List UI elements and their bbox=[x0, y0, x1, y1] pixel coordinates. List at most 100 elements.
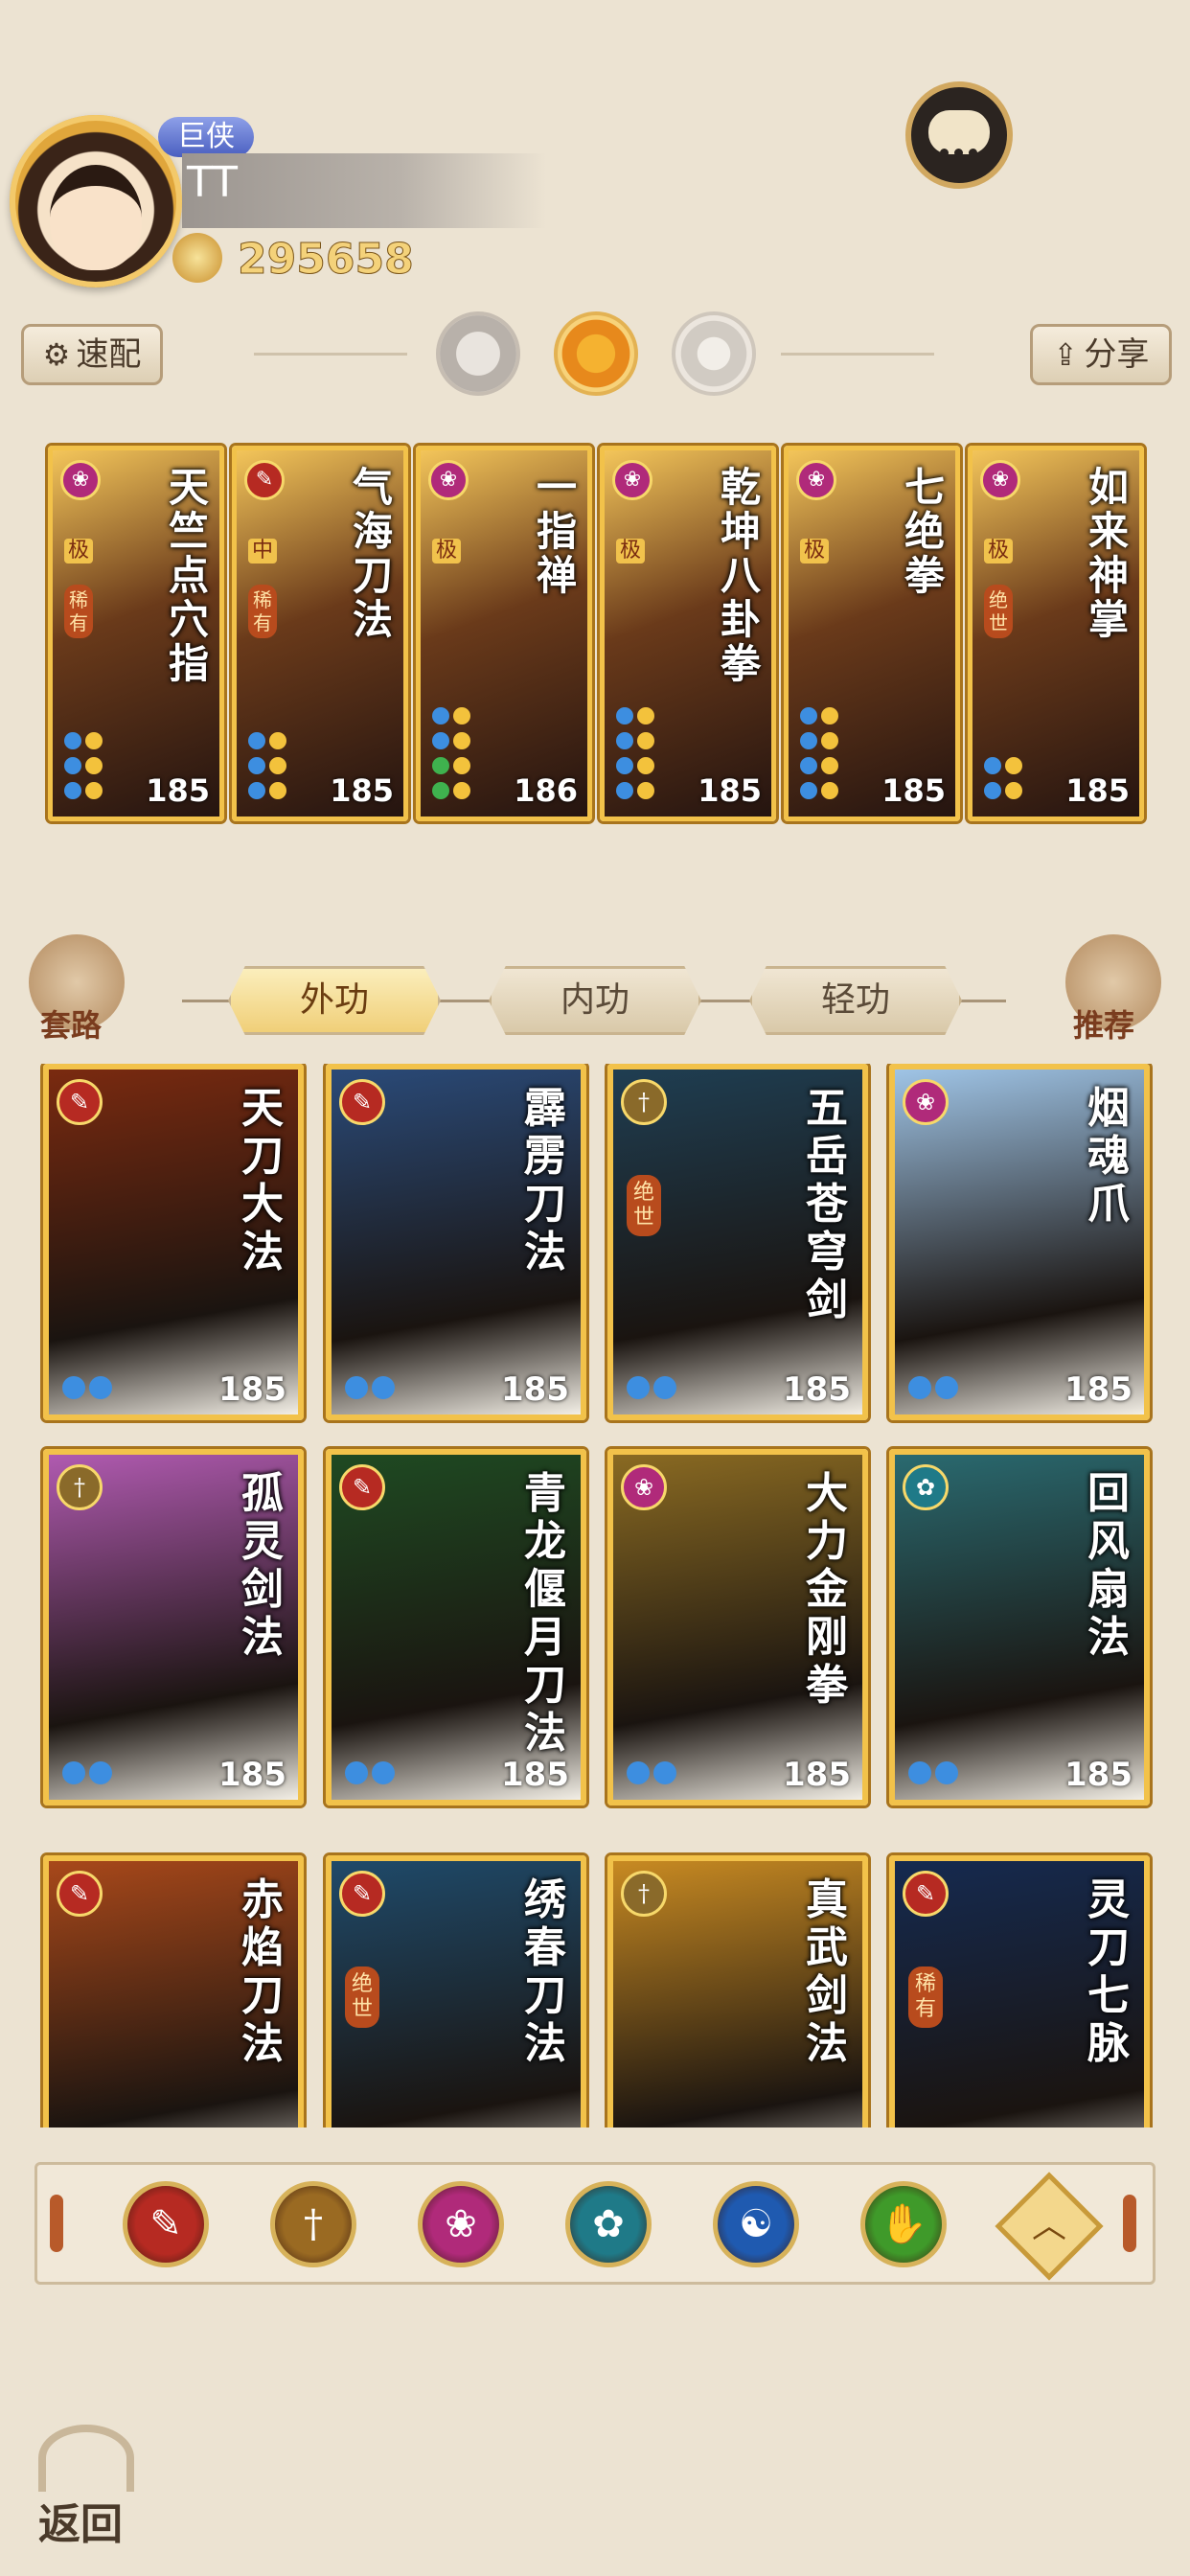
gem-icon bbox=[64, 732, 81, 749]
equipped-card[interactable]: ❀ 天竺点穴指 极稀有 185 bbox=[48, 446, 224, 821]
gem-slots bbox=[798, 705, 856, 805]
gem-icon bbox=[1005, 782, 1022, 799]
chat-button[interactable] bbox=[905, 81, 1013, 189]
skill-name: 乾坤八卦拳 bbox=[720, 464, 761, 687]
tab-internal[interactable]: 内功 bbox=[489, 966, 701, 1035]
skill-name: 天刀大法 bbox=[241, 1084, 284, 1276]
skill-card[interactable]: ✎ 青龙偃月刀法 185 bbox=[326, 1449, 586, 1806]
filter-fist-button[interactable]: ❀ bbox=[418, 2181, 504, 2267]
chat-icon bbox=[928, 110, 990, 157]
skill-level: 185 bbox=[783, 1756, 851, 1794]
skill-card[interactable]: ✎ 赤焰刀法 bbox=[43, 1855, 304, 2128]
back-arrow-icon bbox=[38, 2425, 134, 2492]
skill-card[interactable]: † 真武剑法 bbox=[607, 1855, 868, 2128]
gem-slots bbox=[343, 1374, 397, 1405]
skill-card[interactable]: ❀ 大力金刚拳 185 bbox=[607, 1449, 868, 1806]
skill-level: 185 bbox=[1065, 772, 1130, 809]
gem-icon bbox=[935, 1761, 958, 1784]
tier-badge: 极 bbox=[800, 539, 829, 564]
moon-mode-button[interactable] bbox=[436, 311, 520, 396]
back-button[interactable]: 返回 bbox=[29, 2415, 153, 2549]
gem-icon bbox=[616, 782, 633, 799]
skill-card[interactable]: † 孤灵剑法 185 bbox=[43, 1449, 304, 1806]
skill-level: 186 bbox=[514, 772, 578, 809]
sun-mode-button[interactable] bbox=[554, 311, 638, 396]
gem-icon bbox=[248, 782, 265, 799]
filter-sword-button[interactable]: † bbox=[270, 2181, 356, 2267]
filter-blade-button[interactable]: ✎ bbox=[123, 2181, 209, 2267]
palm-icon: ✋ bbox=[880, 2202, 927, 2246]
tab-lightness[interactable]: 轻功 bbox=[749, 966, 962, 1035]
filter-taiji-button[interactable]: ☯ bbox=[713, 2181, 799, 2267]
gem-icon bbox=[800, 707, 817, 724]
filter-fan-button[interactable]: ✿ bbox=[565, 2181, 652, 2267]
filter-palm-button[interactable]: ✋ bbox=[860, 2181, 947, 2267]
gem-icon bbox=[453, 782, 470, 799]
gem-icon bbox=[821, 782, 838, 799]
gem-slots bbox=[625, 1374, 678, 1405]
skill-level: 185 bbox=[698, 772, 762, 809]
equipped-card[interactable]: ✎ 气海刀法 中稀有 185 bbox=[232, 446, 408, 821]
skill-card[interactable]: ❀ 烟魂爪 185 bbox=[889, 1064, 1150, 1420]
skill-card[interactable]: † 五岳苍穹剑 绝世 185 bbox=[607, 1064, 868, 1420]
skill-name: 大力金刚拳 bbox=[806, 1469, 848, 1710]
skill-name: 青龙偃月刀法 bbox=[524, 1469, 566, 1758]
gem-icon bbox=[432, 757, 449, 774]
element-icon: ✎ bbox=[339, 1464, 385, 1510]
element-icon: † bbox=[621, 1871, 667, 1917]
equipped-card[interactable]: ❀ 如来神掌 极绝世 185 bbox=[968, 446, 1144, 821]
skill-name: 赤焰刀法 bbox=[241, 1875, 284, 2068]
element-icon: ✎ bbox=[339, 1079, 385, 1125]
speed-match-button[interactable]: ⚙ 速配 bbox=[21, 324, 163, 385]
element-icon: ✎ bbox=[244, 460, 285, 500]
gem-icon bbox=[345, 1761, 368, 1784]
tab-external[interactable]: 外功 bbox=[228, 966, 441, 1035]
fist-icon: ❀ bbox=[445, 2202, 477, 2246]
gem-slots bbox=[982, 755, 1040, 805]
gem-icon bbox=[653, 1376, 676, 1399]
gear-icon: ⚙ bbox=[42, 336, 71, 373]
gem-slots bbox=[60, 1760, 114, 1790]
skill-name: 五岳苍穹剑 bbox=[806, 1084, 848, 1324]
skill-card[interactable]: ✎ 霹雳刀法 185 bbox=[326, 1064, 586, 1420]
gem-icon bbox=[85, 732, 103, 749]
gem-icon bbox=[64, 782, 81, 799]
power-icon bbox=[172, 233, 222, 283]
share-button[interactable]: ⇪ 分享 bbox=[1030, 324, 1172, 385]
skill-name: 孤灵剑法 bbox=[241, 1469, 284, 1662]
equipped-card[interactable]: ❀ 七绝拳极 185 bbox=[784, 446, 960, 821]
gem-icon bbox=[269, 732, 286, 749]
gem-icon bbox=[453, 707, 470, 724]
rarity-badge: 绝世 bbox=[984, 585, 1013, 638]
skill-level: 185 bbox=[146, 772, 210, 809]
gem-icon bbox=[935, 1376, 958, 1399]
skill-card[interactable]: ✿ 回风扇法 185 bbox=[889, 1449, 1150, 1806]
equipped-card[interactable]: ❀ 一指禅极 186 bbox=[416, 446, 592, 821]
element-icon: † bbox=[621, 1079, 667, 1125]
gem-icon bbox=[637, 782, 654, 799]
rarity-badge: 稀有 bbox=[64, 585, 93, 638]
gem-icon bbox=[453, 757, 470, 774]
skill-card[interactable]: ✎ 绣春刀法 绝世 bbox=[326, 1855, 586, 2128]
player-name: TT bbox=[187, 158, 238, 207]
tier-badge: 极 bbox=[984, 539, 1013, 564]
gem-icon bbox=[637, 707, 654, 724]
element-icon: ✎ bbox=[339, 1871, 385, 1917]
gem-icon bbox=[345, 1376, 368, 1399]
skill-level: 185 bbox=[218, 1370, 286, 1409]
rarity-badge: 稀有 bbox=[248, 585, 277, 638]
gem-icon bbox=[85, 757, 103, 774]
skill-level: 185 bbox=[783, 1370, 851, 1409]
equipped-card[interactable]: ❀ 乾坤八卦拳 极 185 bbox=[600, 446, 776, 821]
ring-mode-button[interactable] bbox=[672, 311, 756, 396]
gem-icon bbox=[64, 757, 81, 774]
skill-card[interactable]: ✎ 灵刀七脉 稀有 bbox=[889, 1855, 1150, 2128]
skill-card[interactable]: ✎ 天刀大法 185 bbox=[43, 1064, 304, 1420]
element-icon: ❀ bbox=[428, 460, 469, 500]
skill-name: 天竺点穴指 bbox=[168, 464, 209, 687]
element-icon: ✎ bbox=[57, 1871, 103, 1917]
gem-icon bbox=[908, 1376, 931, 1399]
player-avatar[interactable] bbox=[10, 115, 182, 288]
gem-icon bbox=[432, 782, 449, 799]
gem-icon bbox=[821, 707, 838, 724]
